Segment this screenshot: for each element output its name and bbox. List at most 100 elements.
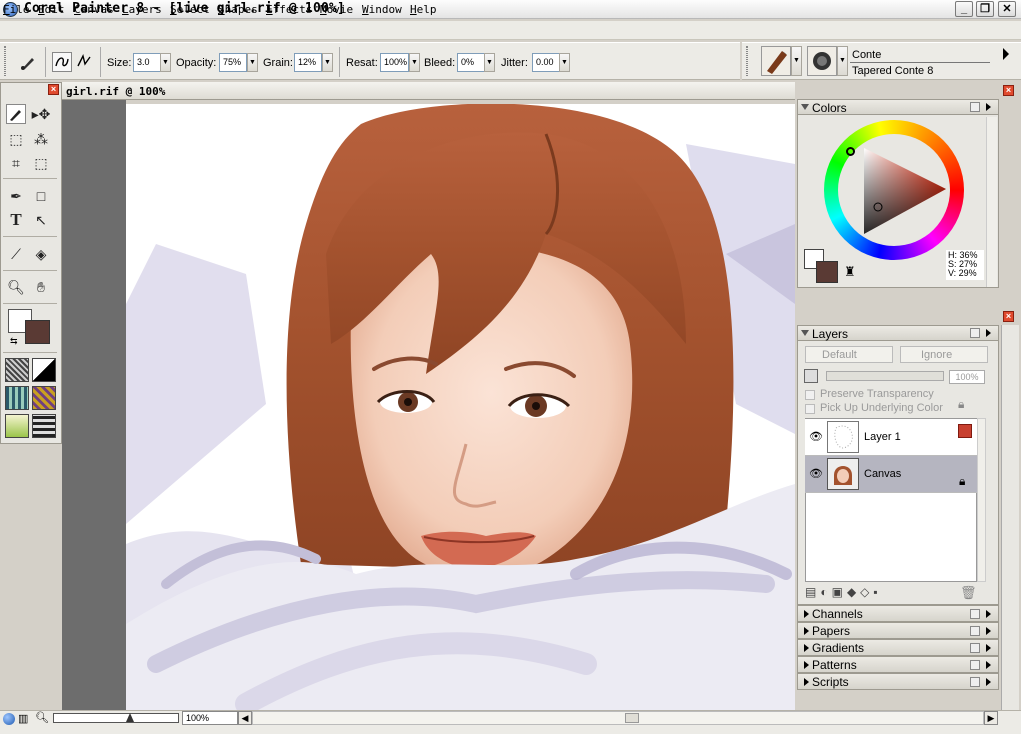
size-field[interactable]: 3.0 [133,53,161,72]
gradients-palette-header[interactable]: Gradients [797,639,999,656]
layer-adjuster-icon[interactable]: ▸✥ [31,104,51,124]
gradients-close-icon[interactable] [970,643,980,653]
grain-field[interactable]: 12% [294,53,322,72]
patterns-menu-icon[interactable] [986,661,991,669]
new-layer-icon[interactable]: ◆ [847,585,860,599]
colors-scrollbar[interactable] [986,117,997,287]
menu-select[interactable]: Select [170,3,210,16]
paper-selector-icon[interactable] [5,358,29,382]
zoom-icon[interactable]: 🔍︎ [35,711,49,724]
shape-selection-icon[interactable]: ↖ [31,210,51,230]
composite-depth-select[interactable]: Ignore [900,346,988,363]
preserve-transparency-checkbox[interactable] [805,390,815,400]
brush-tool-icon[interactable] [18,52,38,72]
palette-dock-scrollbar[interactable] [1001,325,1019,710]
resat-field[interactable]: 100% [380,53,409,72]
menu-layers[interactable]: Layers [122,3,162,16]
text-tool-icon[interactable]: T [6,210,26,230]
layers-palette-close-icon[interactable] [970,328,980,338]
channels-palette-header[interactable]: Channels [797,605,999,622]
patterns-palette-header[interactable]: Patterns [797,656,999,673]
close-button[interactable]: ✕ [998,1,1016,17]
scripts-close-icon[interactable] [970,677,980,687]
collapse-arrow-icon[interactable] [801,330,809,336]
layers-palette-menu-icon[interactable] [986,329,991,337]
clone-color-icon[interactable]: ♜ [844,264,856,280]
freehand-stroke-icon[interactable] [52,52,72,72]
brush-variant-dropdown[interactable]: ▼ [837,46,848,76]
grain-dropdown[interactable]: ▼ [322,53,333,72]
rectangle-shape-icon[interactable]: □ [31,186,51,206]
layer-mask-icon[interactable]: ▣ [832,585,847,599]
layer-row-canvas[interactable]: 👁︎ Canvas 🔒︎ [805,456,977,493]
weaving-selector-icon[interactable] [32,386,56,410]
channels-menu-icon[interactable] [986,610,991,618]
layer-lock-icon[interactable]: 🔒︎ [959,474,965,489]
menu-canvas[interactable]: Canvas [74,3,114,16]
scripts-menu-icon[interactable] [986,678,991,686]
grid-toggle-icon[interactable]: ▥ [18,712,28,725]
visibility-eye-icon[interactable]: 👁︎ [809,430,823,443]
straight-line-stroke-icon[interactable] [74,52,94,72]
palette-dock-close-icon[interactable]: × [1003,311,1014,322]
dynamic-plugins-icon[interactable]: ◐ [820,585,831,599]
zoom-field[interactable]: 100% [182,711,238,725]
navigator-globe-icon[interactable] [3,713,15,725]
magic-wand-icon[interactable]: ⁂ [31,129,51,149]
lock-icon[interactable]: 🔒︎ [958,397,964,412]
papers-menu-icon[interactable] [986,627,991,635]
size-dropdown[interactable]: ▼ [160,53,171,72]
layer-opacity-field[interactable]: 100% [949,370,985,384]
resat-dropdown[interactable]: ▼ [409,53,420,72]
gradient-selector-icon[interactable] [32,358,56,382]
expand-arrow-icon[interactable] [804,644,809,652]
colors-palette-header[interactable]: Colors [797,99,999,115]
zoom-slider[interactable] [53,713,179,723]
brush-category-dropdown[interactable]: ▼ [791,46,802,76]
hue-indicator[interactable] [846,147,855,156]
brush-bar-grip[interactable] [746,46,748,76]
palette-dock-close-icon[interactable]: × [1003,85,1014,96]
layers-palette-header[interactable]: Layers [797,325,999,341]
magnifier-icon[interactable]: 🔍︎ [6,277,26,297]
patterns-close-icon[interactable] [970,660,980,670]
nozzle-selector-icon[interactable] [5,414,29,438]
scroll-right-button[interactable]: ▶ [984,711,998,725]
menu-effects[interactable]: Effects [266,3,312,16]
colors-palette-menu-icon[interactable] [986,103,991,111]
colors-main-swatch[interactable] [816,261,838,283]
layer-fill-icon[interactable]: ▪ [873,585,881,599]
menu-file[interactable]: File [3,3,30,16]
pen-tool-icon[interactable]: ✒ [6,186,26,206]
layers-scrollbar[interactable] [977,418,986,582]
new-layer-mask-icon[interactable]: ◇ [860,585,873,599]
horizontal-scroll-thumb[interactable] [625,713,639,723]
delete-layer-icon[interactable]: 🗑︎ [960,585,977,601]
expand-arrow-icon[interactable] [804,678,809,686]
channels-close-icon[interactable] [970,609,980,619]
brush-tool-icon[interactable] [6,104,26,124]
expand-arrow-icon[interactable] [804,627,809,635]
brush-menu-arrow-icon[interactable] [1003,48,1009,60]
crop-icon[interactable]: ⌗ [6,153,26,173]
gradients-menu-icon[interactable] [986,644,991,652]
menu-window[interactable]: Window [362,3,402,16]
opacity-dropdown[interactable]: ▼ [247,53,258,72]
pick-up-color-checkbox[interactable] [805,404,815,414]
menu-help[interactable]: Help [410,3,437,16]
pattern-selector-icon[interactable] [5,386,29,410]
paint-bucket-icon[interactable]: ◈ [31,244,51,264]
painting-canvas[interactable] [126,104,795,710]
jitter-field[interactable]: 0.00 [532,53,560,72]
look-selector-icon[interactable] [32,414,56,438]
brush-variant-icon[interactable] [807,46,837,76]
composite-method-select[interactable]: Default [805,346,893,363]
jitter-dropdown[interactable]: ▼ [559,53,570,72]
opacity-field[interactable]: 75% [219,53,247,72]
swap-colors-icon[interactable]: ⇆ [10,336,18,347]
menu-edit[interactable]: Edit [38,3,65,16]
rectangular-selection-icon[interactable]: ⬚ [6,129,26,149]
main-color-swatch[interactable] [25,320,50,344]
toolbox-close-icon[interactable]: × [48,84,59,95]
bleed-field[interactable]: 0% [457,53,485,72]
